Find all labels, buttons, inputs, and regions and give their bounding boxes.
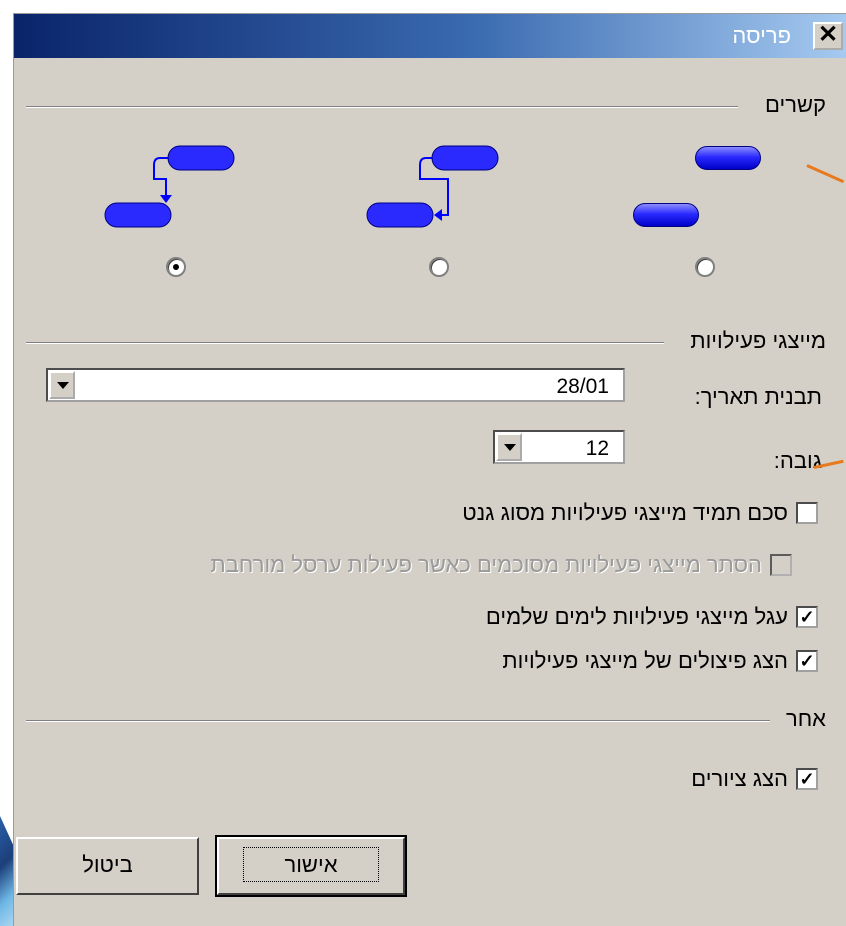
links-section-label: קשרים bbox=[765, 92, 826, 117]
height-label: גובה: bbox=[773, 448, 822, 473]
checkbox-box[interactable] bbox=[796, 502, 818, 524]
checkbox-box[interactable]: ✓ bbox=[796, 768, 818, 790]
checkbox-box bbox=[770, 554, 792, 576]
checkbox-always-roll-up[interactable]: סכם תמיד מייצגי פעילויות מסוג גנט bbox=[462, 498, 818, 528]
side-link-diagram bbox=[366, 145, 499, 228]
checkbox-label: סכם תמיד מייצגי פעילויות מסוג גנט bbox=[462, 500, 788, 525]
checkbox-box[interactable]: ✓ bbox=[796, 650, 818, 672]
cancel-button-label: ביטול bbox=[82, 852, 133, 877]
checkbox-box[interactable]: ✓ bbox=[796, 606, 818, 628]
height-dropdown-button[interactable] bbox=[496, 433, 522, 461]
height-combo[interactable]: 12 bbox=[493, 430, 625, 464]
bar-shape bbox=[633, 203, 699, 227]
radio-selected-dot bbox=[173, 264, 179, 270]
checkbox-show-drawings[interactable]: ✓ הצג ציורים bbox=[691, 764, 818, 794]
height-value: 12 bbox=[585, 437, 609, 460]
title-bar: ✕ פריסה bbox=[14, 14, 846, 58]
layout-dialog: ✕ פריסה קשרים מייצגי פעילויות תבנית תארי… bbox=[13, 13, 846, 926]
close-icon[interactable]: ✕ bbox=[813, 22, 843, 50]
checkbox-label: הצג ציורים bbox=[691, 766, 788, 791]
task-bars-section-label: מייצגי פעילויות bbox=[690, 328, 826, 353]
checkbox-round-bars[interactable]: ✓ עגל מייצגי פעילויות לימים שלמים bbox=[486, 602, 818, 632]
date-format-combo[interactable]: 28/01 bbox=[46, 368, 625, 402]
task-bars-divider bbox=[26, 342, 664, 344]
date-format-dropdown-button[interactable] bbox=[49, 371, 75, 399]
ok-button[interactable]: אישור bbox=[215, 835, 407, 897]
radio-top-links[interactable] bbox=[166, 257, 186, 277]
date-format-label: תבנית תאריך: bbox=[694, 384, 822, 409]
cancel-button[interactable]: ביטול bbox=[16, 837, 199, 895]
radio-side-links[interactable] bbox=[429, 257, 449, 277]
other-section-label: אחר bbox=[785, 706, 826, 731]
top-link-diagram bbox=[104, 145, 235, 228]
checkbox-show-splits[interactable]: ✓ הצג פיצולים של מייצגי פעילויות bbox=[502, 646, 818, 676]
links-divider bbox=[26, 106, 738, 108]
date-format-value: 28/01 bbox=[556, 375, 609, 398]
bar-shape bbox=[695, 146, 761, 170]
dialog-title: פריסה bbox=[732, 23, 791, 48]
radio-no-links[interactable] bbox=[695, 257, 715, 277]
checkbox-label: הסתר מייצגי פעילויות מסוכמים כאשר פעילות… bbox=[210, 552, 762, 577]
checkbox-hide-rollup: הסתר מייצגי פעילויות מסוכמים כאשר פעילות… bbox=[211, 550, 792, 580]
checkbox-label: הצג פיצולים של מייצגי פעילויות bbox=[502, 648, 788, 673]
chevron-down-icon bbox=[57, 382, 69, 389]
chevron-down-icon bbox=[504, 444, 516, 451]
page-margin bbox=[0, 0, 14, 926]
ok-button-label: אישור bbox=[243, 847, 379, 882]
other-divider bbox=[26, 720, 770, 722]
checkbox-label: עגל מייצגי פעילויות לימים שלמים bbox=[485, 604, 788, 629]
annotation-arrow bbox=[806, 164, 845, 184]
